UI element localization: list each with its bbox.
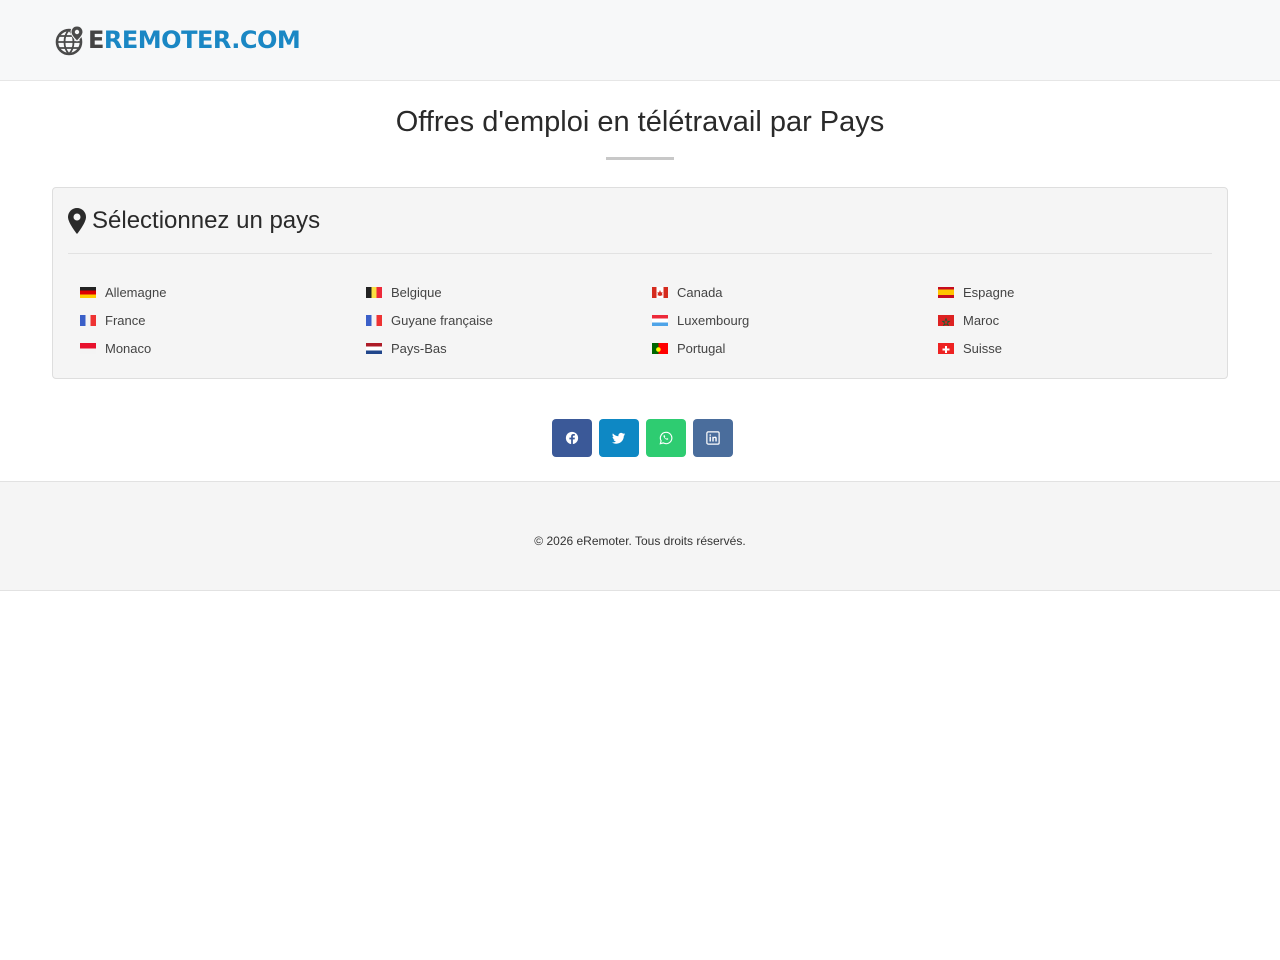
share-buttons — [552, 419, 733, 457]
site-header: EREMOTER.COM — [0, 0, 1280, 81]
whatsapp-icon — [659, 431, 673, 445]
country-panel: Sélectionnez un pays Allemagne Belgique Ca… — [52, 187, 1228, 379]
pt-flag-icon — [652, 342, 668, 354]
facebook-icon — [565, 431, 579, 445]
country-label: Espagne — [963, 284, 1015, 300]
twitter-icon — [612, 431, 626, 445]
linkedin-icon — [706, 431, 720, 445]
country-link-es[interactable]: Espagne — [938, 282, 1224, 302]
be-flag-icon — [366, 286, 382, 298]
site-logo[interactable]: EREMOTER.COM — [55, 24, 301, 56]
country-link-be[interactable]: Belgique — [366, 282, 652, 302]
country-link-nl[interactable]: Pays-Bas — [366, 338, 652, 358]
twitter-share-button[interactable] — [599, 419, 639, 457]
globe-pin-icon — [55, 25, 84, 56]
country-list: Allemagne Belgique Canada Espagne France Guya… — [80, 282, 1227, 358]
map-pin-icon — [68, 207, 86, 234]
de-flag-icon — [80, 286, 96, 298]
copyright-text: © 2026 eRemoter. Tous droits réservés. — [534, 534, 746, 548]
mc-flag-icon — [80, 342, 96, 354]
fr-flag-icon — [80, 314, 96, 326]
linkedin-share-button[interactable] — [693, 419, 733, 457]
nl-flag-icon — [366, 342, 382, 354]
country-label: Guyane française — [391, 312, 493, 328]
ma-flag-icon — [938, 314, 954, 326]
country-link-pt[interactable]: Portugal — [652, 338, 938, 358]
country-label: Allemagne — [105, 284, 167, 300]
country-link-lu[interactable]: Luxembourg — [652, 310, 938, 330]
country-link-de[interactable]: Allemagne — [80, 282, 366, 302]
country-link-fr[interactable]: France — [80, 310, 366, 330]
country-label: Luxembourg — [677, 312, 750, 328]
page-title: Offres d'emploi en télétravail par Pays — [395, 106, 885, 138]
country-link-ca[interactable]: Canada — [652, 282, 938, 302]
country-label: Suisse — [963, 340, 1003, 356]
ch-flag-icon — [938, 342, 954, 354]
panel-title: Sélectionnez un pays — [92, 206, 321, 234]
facebook-share-button[interactable] — [552, 419, 592, 457]
site-footer: © 2026 eRemoter. Tous droits réservés. — [0, 481, 1280, 591]
country-label: Pays-Bas — [391, 340, 447, 356]
country-label: Belgique — [391, 284, 442, 300]
ca-flag-icon — [652, 286, 668, 298]
title-divider — [606, 157, 674, 160]
country-label: Monaco — [105, 340, 152, 356]
country-label: France — [105, 312, 146, 328]
es-flag-icon — [938, 286, 954, 298]
country-label: Maroc — [963, 312, 1000, 328]
country-link-ma[interactable]: Maroc — [938, 310, 1224, 330]
whatsapp-share-button[interactable] — [646, 419, 686, 457]
country-link-gf[interactable]: Guyane française — [366, 310, 652, 330]
gf-flag-icon — [366, 314, 382, 326]
country-label: Portugal — [677, 340, 726, 356]
panel-header: Sélectionnez un pays — [68, 188, 1212, 254]
lu-flag-icon — [652, 314, 668, 326]
logo-text: EREMOTER.COM — [88, 26, 301, 54]
country-label: Canada — [677, 284, 723, 300]
country-link-mc[interactable]: Monaco — [80, 338, 366, 358]
country-link-ch[interactable]: Suisse — [938, 338, 1224, 358]
